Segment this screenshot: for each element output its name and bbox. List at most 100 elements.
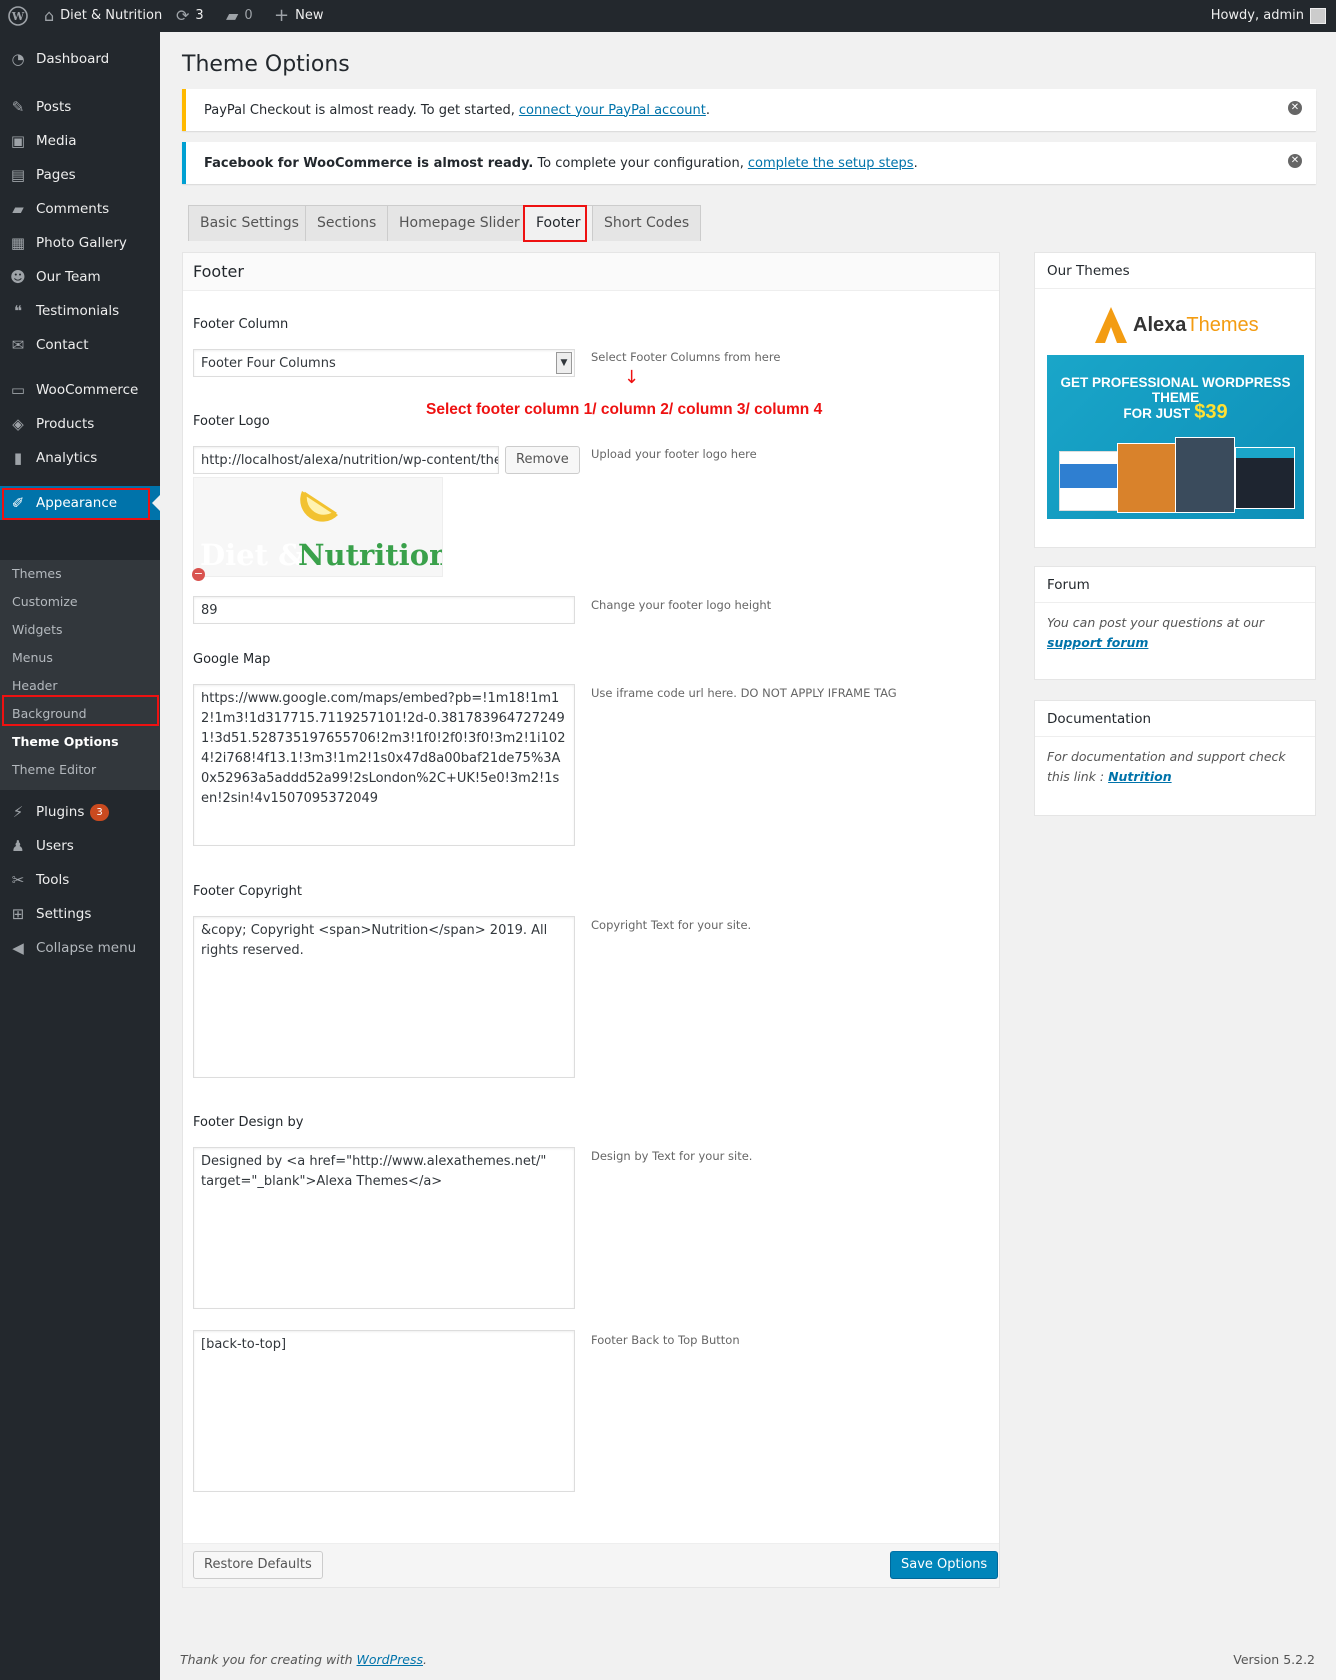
back-to-top-textarea[interactable]: [back-to-top] bbox=[193, 1330, 575, 1492]
back-to-top-desc: Footer Back to Top Button bbox=[591, 1333, 740, 1347]
dashboard-icon: ◔ bbox=[11, 50, 25, 68]
menu-collapse[interactable]: ◀ Collapse menu bbox=[0, 931, 160, 965]
forum-text: You can post your questions at our bbox=[1047, 615, 1265, 630]
tab-basic-settings[interactable]: Basic Settings bbox=[188, 205, 311, 241]
account-link[interactable]: Howdy, admin bbox=[1211, 0, 1326, 32]
submenu-background[interactable]: Background bbox=[12, 700, 87, 728]
forum-title: Forum bbox=[1035, 567, 1315, 603]
menu-settings[interactable]: ⊞ Settings bbox=[0, 897, 160, 931]
logo-height-desc: Change your footer logo height bbox=[591, 598, 772, 612]
footer-column-select[interactable]: Footer Four Columns ▼ bbox=[193, 349, 575, 377]
menu-label: Posts bbox=[36, 99, 72, 115]
footer-logo-url-input[interactable]: http://localhost/alexa/nutrition/wp-cont… bbox=[193, 446, 499, 474]
brush-icon: ✐ bbox=[11, 494, 25, 512]
collapse-icon: ◀ bbox=[12, 939, 24, 957]
menu-products[interactable]: ◈ Products bbox=[0, 407, 160, 441]
tab-homepage-slider[interactable]: Homepage Slider bbox=[387, 205, 532, 241]
howdy-text: Howdy, admin bbox=[1210, 8, 1304, 23]
ad-screenshot-2 bbox=[1117, 443, 1179, 513]
menu-comments[interactable]: ▰ Comments bbox=[0, 192, 160, 226]
refresh-icon: ⟳ bbox=[176, 6, 190, 25]
dismiss-icon[interactable]: ✕ bbox=[1288, 101, 1302, 115]
submenu-header[interactable]: Header bbox=[12, 672, 58, 700]
admin-bar: W ⌂ Diet & Nutrition ⟳ 3 ▰ 0 + New Howdy… bbox=[0, 0, 1336, 32]
menu-appearance[interactable]: ✐ Appearance bbox=[0, 486, 160, 520]
menu-pages[interactable]: ▤ Pages bbox=[0, 158, 160, 192]
site-name-link[interactable]: ⌂ Diet & Nutrition bbox=[44, 0, 162, 32]
tab-footer[interactable]: Footer bbox=[524, 205, 593, 241]
google-map-desc: Use iframe code url here. DO NOT APPLY I… bbox=[591, 686, 897, 700]
footer-copyright-textarea[interactable]: &copy; Copyright <span>Nutrition</span> … bbox=[193, 916, 575, 1078]
logo-height-input[interactable]: 89 bbox=[193, 596, 575, 624]
menu-our-team[interactable]: ☻ Our Team bbox=[0, 260, 160, 294]
updates-count: 3 bbox=[195, 8, 204, 23]
plugins-count-badge: 3 bbox=[90, 803, 109, 821]
quote-icon: ❝ bbox=[13, 302, 23, 320]
menu-analytics[interactable]: ▮ Analytics bbox=[0, 441, 160, 475]
version-text: Version 5.2.2 bbox=[1233, 1652, 1315, 1667]
updates-link[interactable]: ⟳ 3 bbox=[176, 0, 204, 32]
submenu-menus[interactable]: Menus bbox=[12, 644, 53, 672]
menu-users[interactable]: ♟ Users bbox=[0, 829, 160, 863]
ad-screenshot-4 bbox=[1235, 447, 1295, 509]
notice-text: To complete your configuration, bbox=[537, 155, 744, 171]
new-content-link[interactable]: + New bbox=[274, 0, 323, 32]
wordpress-logo-icon[interactable]: W bbox=[8, 0, 28, 32]
remove-button[interactable]: Remove bbox=[505, 446, 580, 474]
menu-dashboard[interactable]: ◔ Dashboard bbox=[0, 42, 160, 76]
footer-design-textarea[interactable]: Designed by <a href="http://www.alexathe… bbox=[193, 1147, 575, 1309]
brand-alexa: Alexa bbox=[1133, 313, 1187, 336]
footer-copyright-label: Footer Copyright bbox=[193, 884, 303, 899]
tab-short-codes[interactable]: Short Codes bbox=[592, 205, 702, 241]
pin-icon: ✎ bbox=[11, 98, 25, 116]
submenu-widgets[interactable]: Widgets bbox=[12, 616, 63, 644]
footer-design-desc: Design by Text for your site. bbox=[591, 1149, 753, 1163]
save-options-button[interactable]: Save Options bbox=[890, 1551, 999, 1579]
comment-icon: ▰ bbox=[226, 6, 239, 25]
settings-icon: ⊞ bbox=[11, 905, 25, 923]
menu-contact[interactable]: ✉ Contact bbox=[0, 328, 160, 362]
team-icon: ☻ bbox=[10, 268, 26, 286]
submenu-theme-options[interactable]: Theme Options bbox=[12, 728, 119, 756]
remove-logo-icon[interactable]: − bbox=[192, 568, 205, 581]
appearance-submenu: Themes Customize Widgets Menus Header Ba… bbox=[0, 560, 160, 790]
restore-defaults-button[interactable]: Restore Defaults bbox=[193, 1551, 323, 1579]
menu-photo-gallery[interactable]: ▦ Photo Gallery bbox=[0, 226, 160, 260]
menu-testimonials[interactable]: ❝ Testimonials bbox=[0, 294, 160, 328]
page-title: Theme Options bbox=[182, 52, 350, 77]
submenu-theme-editor[interactable]: Theme Editor bbox=[12, 756, 96, 784]
themes-ad-banner[interactable]: GET PROFESSIONAL WORDPRESS THEME FOR JUS… bbox=[1047, 355, 1304, 519]
annotation-text: Select footer column 1/ column 2/ column… bbox=[426, 401, 823, 418]
menu-plugins[interactable]: ⚡ Plugins 3 bbox=[0, 795, 160, 829]
thanks-end: . bbox=[423, 1652, 427, 1667]
paypal-connect-link[interactable]: connect your PayPal account bbox=[519, 103, 706, 118]
setup-steps-link[interactable]: complete the setup steps bbox=[748, 156, 914, 171]
wordpress-link[interactable]: WordPress bbox=[357, 1652, 423, 1667]
menu-tools[interactable]: ✂ Tools bbox=[0, 863, 160, 897]
footer-logo-label: Footer Logo bbox=[193, 414, 270, 429]
dismiss-icon[interactable]: ✕ bbox=[1288, 154, 1302, 168]
comments-link[interactable]: ▰ 0 bbox=[226, 0, 253, 32]
ad-screenshot-1 bbox=[1059, 451, 1119, 511]
menu-label: Products bbox=[36, 416, 95, 432]
menu-woocommerce[interactable]: ▭ WooCommerce bbox=[0, 373, 160, 407]
menu-posts[interactable]: ✎ Posts bbox=[0, 90, 160, 124]
site-name: Diet & Nutrition bbox=[60, 8, 163, 23]
google-map-label: Google Map bbox=[193, 652, 271, 667]
support-forum-link[interactable]: support forum bbox=[1047, 635, 1148, 650]
nutrition-docs-link[interactable]: Nutrition bbox=[1108, 769, 1172, 784]
menu-label: Contact bbox=[36, 337, 89, 353]
ad-price: $39 bbox=[1194, 401, 1228, 423]
paypal-notice: PayPal Checkout is almost ready. To get … bbox=[182, 89, 1316, 131]
facebook-notice: Facebook for WooCommerce is almost ready… bbox=[182, 142, 1316, 184]
our-themes-title: Our Themes bbox=[1035, 253, 1315, 289]
google-map-textarea[interactable]: https://www.google.com/maps/embed?pb=!1m… bbox=[193, 684, 575, 846]
menu-media[interactable]: ▣ Media bbox=[0, 124, 160, 158]
submenu-themes[interactable]: Themes bbox=[12, 560, 62, 588]
submenu-customize[interactable]: Customize bbox=[12, 588, 78, 616]
footer-settings-panel: Footer Footer Column Footer Four Columns… bbox=[182, 252, 1000, 1588]
alexa-logo-icon bbox=[1095, 307, 1127, 343]
our-themes-box: Our Themes Alexa Themes GET PROFESSIONAL … bbox=[1034, 252, 1316, 548]
tab-sections[interactable]: Sections bbox=[305, 205, 389, 241]
lemon-slice-icon bbox=[300, 491, 338, 522]
